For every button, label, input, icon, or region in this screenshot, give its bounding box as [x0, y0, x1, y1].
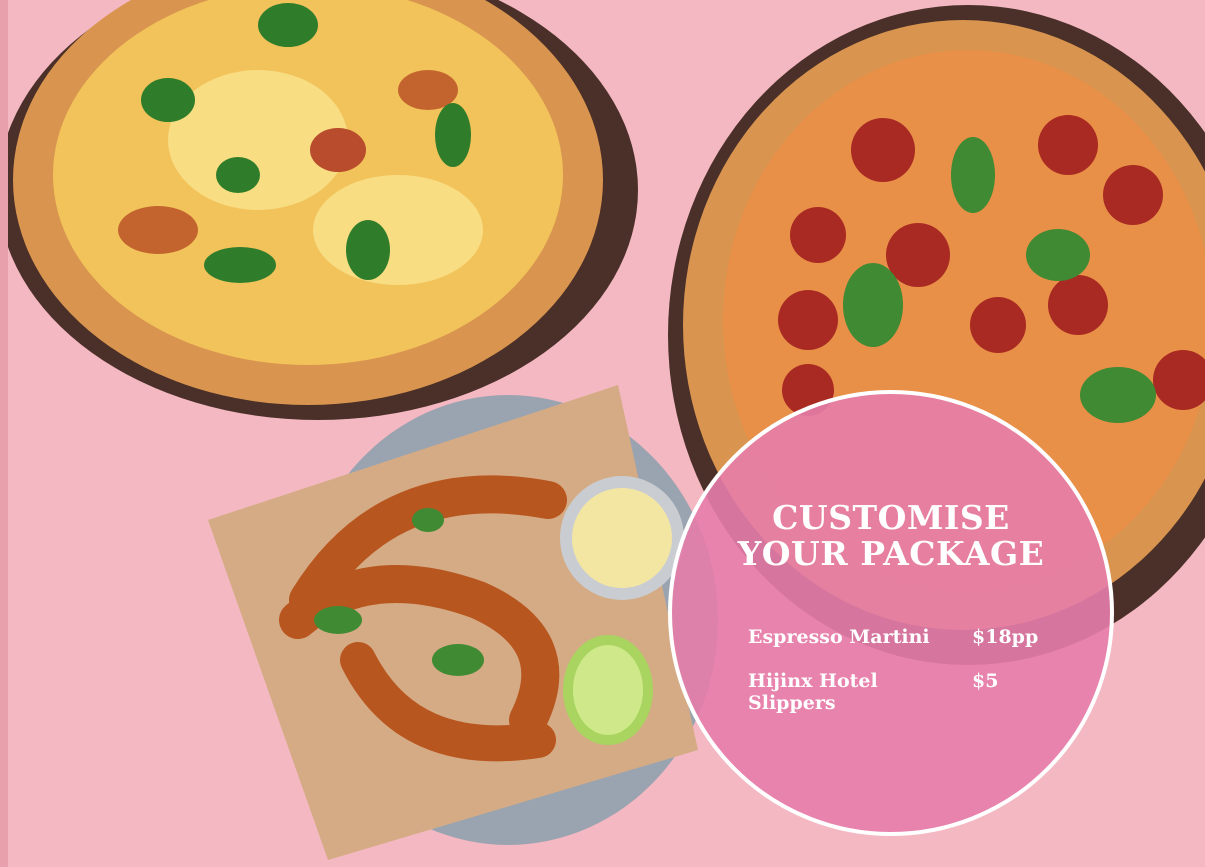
cheese-pizza [8, 0, 638, 420]
heading-line-2: YOUR PACKAGE [737, 534, 1045, 573]
item-name: Espresso Martini [748, 626, 930, 648]
left-stripe [0, 0, 8, 867]
package-heading: CUSTOMISE YOUR PACKAGE [672, 500, 1110, 572]
package-badge: CUSTOMISE YOUR PACKAGE Espresso Martini … [668, 390, 1114, 836]
heading-line-1: CUSTOMISE [772, 498, 1010, 537]
item-price: $5 [972, 670, 999, 692]
list-item: Hijinx Hotel Slippers $5 [748, 670, 998, 714]
list-item: Espresso Martini $18pp [748, 626, 1038, 648]
calamari-plate [208, 385, 718, 860]
item-name: Hijinx Hotel Slippers [748, 670, 878, 714]
item-price: $18pp [972, 626, 1039, 648]
